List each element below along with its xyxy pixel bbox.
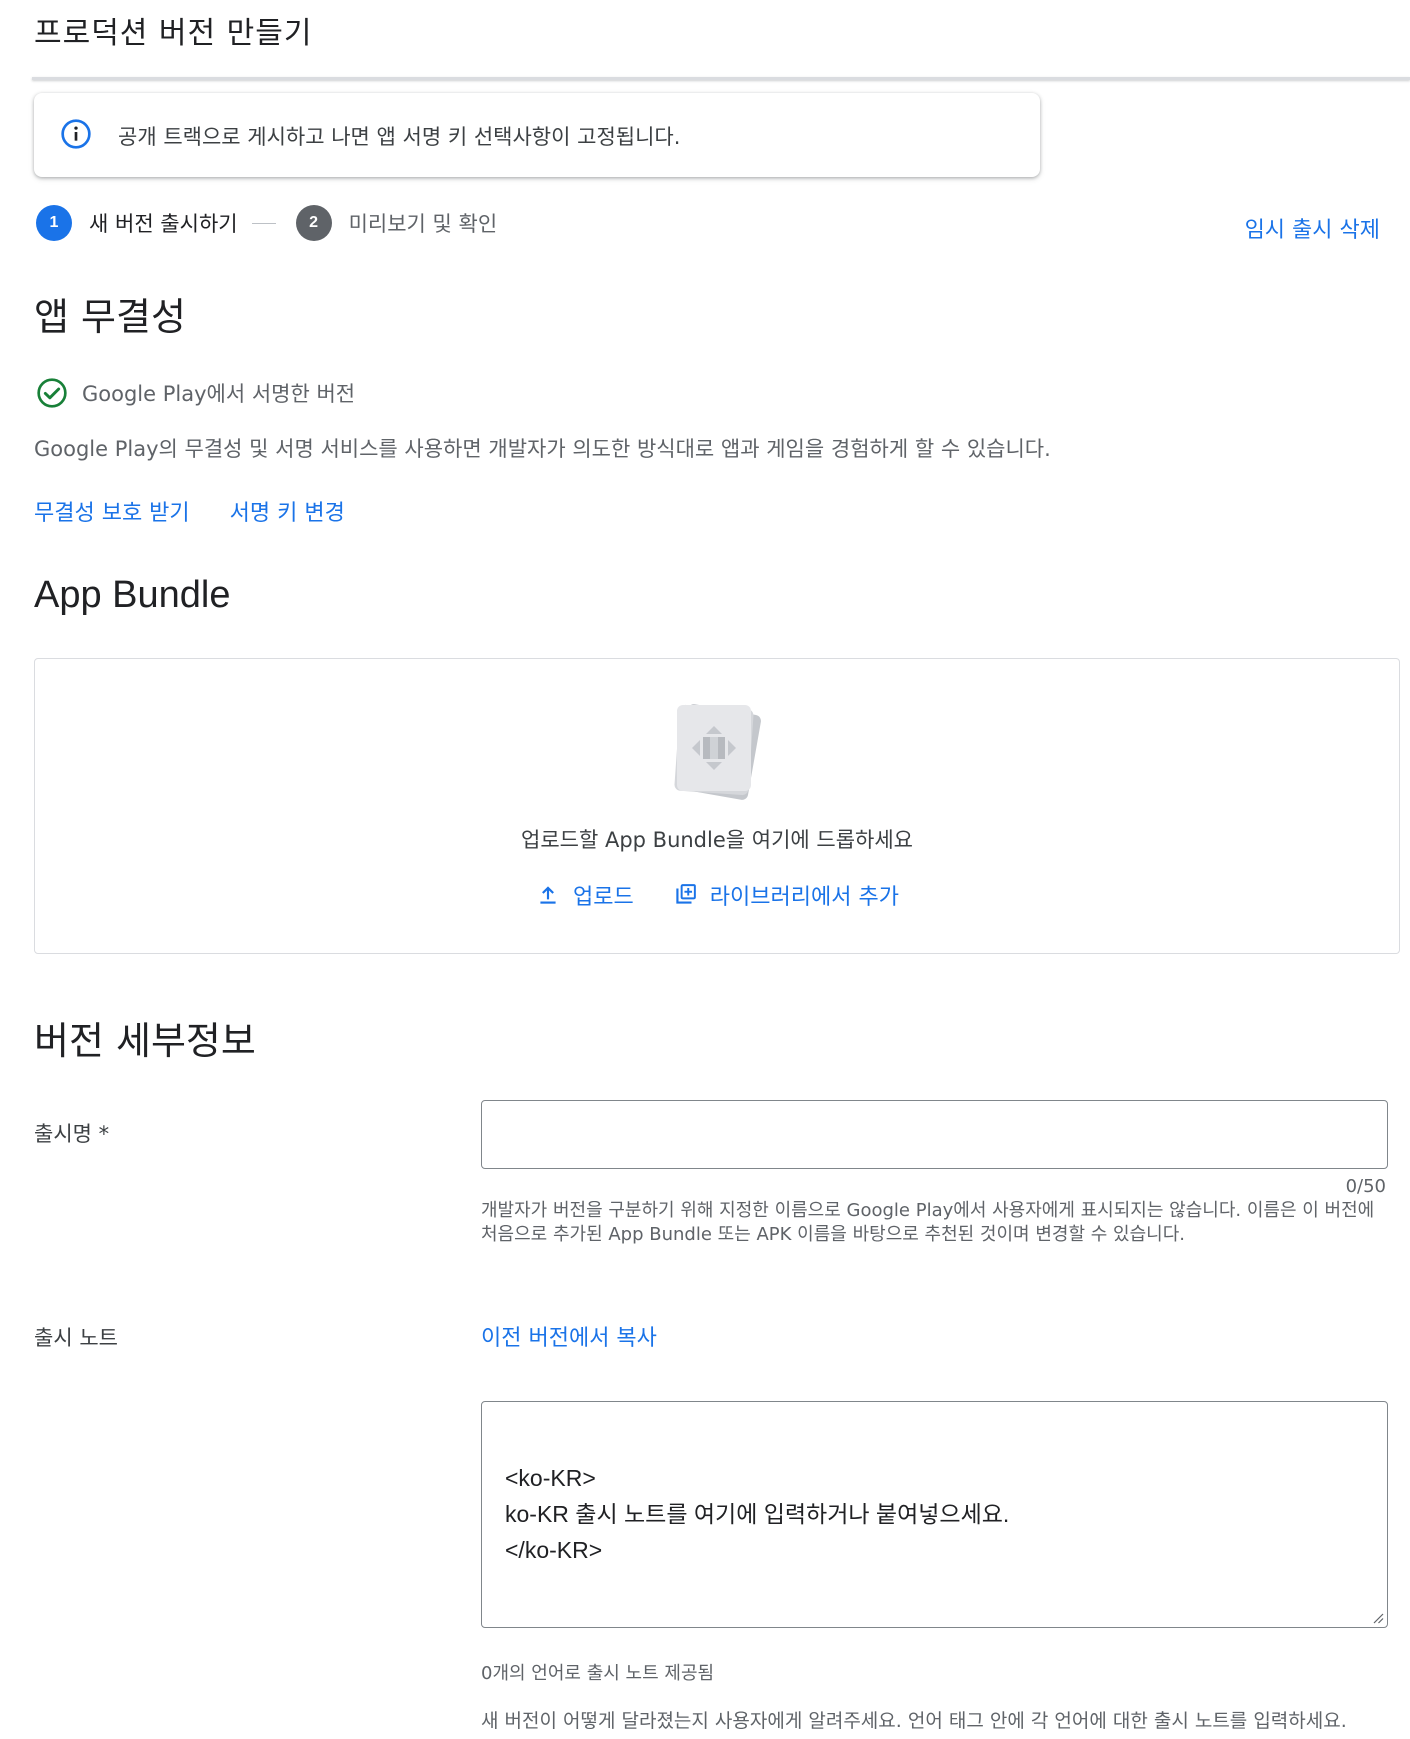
app-bundle-title: App Bundle xyxy=(34,574,231,616)
info-icon xyxy=(61,119,91,149)
dropzone-actions: 업로드 라이브러리에서 추가 xyxy=(35,879,1399,911)
step-2-number: 2 xyxy=(295,205,332,241)
resize-handle-icon[interactable] xyxy=(1372,1612,1384,1624)
page-title: 프로덕션 버전 만들기 xyxy=(34,16,313,51)
app-bundle-dropzone[interactable]: 업로드할 App Bundle을 여기에 드롭하세요 업로드 라이브러리에서 추… xyxy=(34,658,1400,954)
get-integrity-protection-link[interactable]: 무결성 보호 받기 xyxy=(34,495,190,527)
integrity-description: Google Play의 무결성 및 서명 서비스를 사용하면 개발자가 의도한… xyxy=(34,437,1051,461)
change-signing-key-link[interactable]: 서명 키 변경 xyxy=(230,495,345,527)
upload-button-label: 업로드 xyxy=(573,885,634,910)
app-integrity-title: 앱 무결성 xyxy=(34,295,186,339)
release-name-helper: 개발자가 버전을 구분하기 위해 지정한 이름으로 Google Play에서 … xyxy=(481,1200,1375,1245)
library-add-icon xyxy=(676,884,696,904)
upload-button[interactable]: 업로드 xyxy=(535,879,634,911)
signing-status-text: Google Play에서 서명한 버전 xyxy=(82,382,356,406)
integrity-links: 무결성 보호 받기 서명 키 변경 xyxy=(34,495,345,527)
release-notes-content: <ko-KR> ko-KR 출시 노트를 여기에 입력하거나 붙여넣으세요. <… xyxy=(505,1465,1010,1563)
release-notes-textarea[interactable]: <ko-KR> ko-KR 출시 노트를 여기에 입력하거나 붙여넣으세요. <… xyxy=(481,1401,1388,1628)
add-from-library-button[interactable]: 라이브러리에서 추가 xyxy=(672,879,899,911)
discard-draft-link[interactable]: 임시 출시 삭제 xyxy=(1245,212,1380,244)
release-notes-language-count: 0개의 언어로 출시 노트 제공됨 xyxy=(481,1663,715,1684)
release-name-label: 출시명 * xyxy=(34,1122,110,1146)
add-from-library-label: 라이브러리에서 추가 xyxy=(709,885,899,910)
release-details-title: 버전 세부정보 xyxy=(34,1019,256,1063)
check-circle-icon xyxy=(37,378,67,408)
header-divider xyxy=(32,77,1410,80)
upload-icon xyxy=(540,886,556,904)
step-1-label[interactable]: 새 버전 출시하기 xyxy=(89,208,238,238)
info-banner-text: 공개 트랙으로 게시하고 나면 앱 서명 키 선택사항이 고정됩니다. xyxy=(118,125,681,149)
step-1-number: 1 xyxy=(36,205,72,241)
signing-status: Google Play에서 서명한 버전 xyxy=(36,377,355,409)
release-notes-hint: 새 버전이 어떻게 달라졌는지 사용자에게 알려주세요. 언어 태그 안에 각 … xyxy=(481,1710,1347,1732)
copy-from-previous-release-link[interactable]: 이전 버전에서 복사 xyxy=(481,1320,657,1352)
stepper: 1 새 버전 출시하기 2 미리보기 및 확인 xyxy=(36,204,497,242)
release-notes-label: 출시 노트 xyxy=(34,1326,118,1350)
info-banner: 공개 트랙으로 게시하고 나면 앱 서명 키 선택사항이 고정됩니다. xyxy=(34,93,1040,177)
release-name-counter: 0/50 xyxy=(1345,1176,1386,1197)
app-bundle-illustration-icon xyxy=(674,704,761,800)
step-connector xyxy=(251,222,276,224)
step-2-label[interactable]: 미리보기 및 확인 xyxy=(349,208,498,238)
dropzone-instruction: 업로드할 App Bundle을 여기에 드롭하세요 xyxy=(521,828,913,852)
release-name-input[interactable] xyxy=(481,1100,1388,1169)
